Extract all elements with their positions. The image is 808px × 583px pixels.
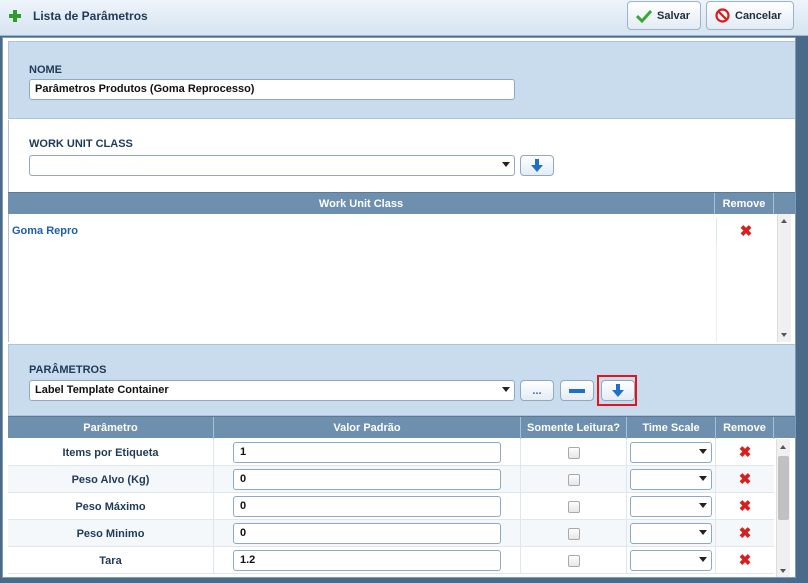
plus-icon (9, 10, 21, 22)
readonly-checkbox[interactable] (567, 527, 580, 540)
readonly-checkbox[interactable] (567, 500, 580, 513)
work-unit-class-section: WORK UNIT CLASS (8, 120, 795, 192)
arrow-down-icon (531, 159, 543, 172)
dialog-body: NOME Parâmetros Produtos (Goma Reprocess… (2, 37, 796, 578)
scroll-up-icon[interactable] (781, 219, 787, 223)
column-divider (716, 244, 717, 342)
time-scale-select[interactable] (630, 496, 712, 517)
work-unit-class-grid-header: Work Unit Class Remove (8, 192, 795, 215)
parametros-section: PARÂMETROS Label Template Container ... (8, 344, 795, 416)
parameter-value-input[interactable]: 0 (233, 523, 501, 544)
parameter-value-input[interactable]: 0 (233, 496, 501, 517)
parameter-value-input[interactable]: 0 (233, 469, 501, 490)
save-button[interactable]: Salvar (627, 1, 701, 30)
parametros-label: PARÂMETROS (29, 364, 107, 376)
x-icon[interactable]: ✖ (739, 472, 752, 487)
table-row: Peso Alvo (Kg) 0 ✖ (8, 466, 774, 493)
x-icon[interactable]: ✖ (739, 553, 752, 568)
table-row: Peso Minimo 0 ✖ (8, 520, 774, 547)
time-scale-select[interactable] (630, 442, 712, 463)
parameter-value-input[interactable]: 1.2 (233, 550, 501, 571)
scroll-down-icon[interactable] (781, 333, 787, 337)
time-scale-select[interactable] (630, 523, 712, 544)
readonly-checkbox[interactable] (567, 473, 580, 486)
check-icon (636, 9, 652, 23)
browse-button[interactable]: ... (520, 380, 554, 401)
parametros-grid-header: Parâmetro Valor Padrão Somente Leitura? … (8, 416, 795, 439)
nome-section: NOME Parâmetros Produtos (Goma Reprocess… (8, 41, 795, 119)
chevron-down-icon (502, 387, 510, 392)
scroll-down-icon[interactable] (780, 569, 786, 573)
x-icon[interactable]: ✖ (739, 445, 752, 460)
parameter-value-input[interactable]: 1 (233, 442, 501, 463)
parameter-name: Peso Máximo (75, 500, 146, 513)
highlight-box (597, 375, 637, 406)
parametros-selected: Label Template Container (35, 384, 169, 396)
window-titlebar: Lista de Parâmetros Salvar Cancelar (0, 0, 808, 36)
window-title: Lista de Parâmetros (33, 9, 148, 23)
work-unit-class-select[interactable] (29, 155, 515, 176)
chevron-down-icon (699, 503, 707, 508)
scroll-thumb[interactable] (778, 456, 789, 520)
nome-label: NOME (29, 64, 62, 76)
work-unit-class-scrollbar[interactable] (777, 214, 791, 342)
remove-cell: ✖ (716, 218, 775, 244)
save-label: Salvar (657, 9, 691, 22)
readonly-checkbox[interactable] (567, 446, 580, 459)
add-work-unit-class-button[interactable] (520, 155, 554, 176)
parametros-scrollbar[interactable] (776, 439, 790, 577)
column-header-somente-leitura[interactable]: Somente Leitura? (521, 417, 627, 439)
parametros-select[interactable]: Label Template Container (29, 380, 515, 401)
chevron-down-icon (699, 557, 707, 562)
parameter-name: Peso Minimo (76, 527, 145, 540)
parameter-name: Peso Alvo (Kg) (71, 473, 150, 486)
x-icon[interactable]: ✖ (740, 224, 753, 239)
chevron-down-icon (502, 162, 510, 167)
table-row: Peso Máximo 0 ✖ (8, 493, 774, 520)
minus-icon (569, 388, 585, 393)
prohibited-icon (715, 8, 730, 23)
scroll-up-icon[interactable] (780, 445, 786, 449)
table-row: Items por Etiqueta 1 ✖ (8, 439, 774, 466)
time-scale-select[interactable] (630, 469, 712, 490)
chevron-down-icon (699, 530, 707, 535)
parameter-name: Tara (99, 554, 122, 567)
time-scale-select[interactable] (630, 550, 712, 571)
x-icon[interactable]: ✖ (739, 499, 752, 514)
column-header-remove[interactable]: Remove (716, 417, 774, 439)
nome-input[interactable]: Parâmetros Produtos (Goma Reprocesso) (29, 79, 515, 100)
remove-parameter-button[interactable] (560, 380, 594, 401)
chevron-down-icon (699, 449, 707, 454)
table-row: Tara 1.2 ✖ (8, 547, 774, 574)
column-header-work-unit-class[interactable]: Work Unit Class (8, 193, 715, 215)
column-header-time-scale[interactable]: Time Scale (627, 417, 716, 439)
table-row: Goma Repro ✖ (9, 218, 775, 244)
cancel-button[interactable]: Cancelar (706, 1, 794, 30)
column-header-valor-padrao[interactable]: Valor Padrão (214, 417, 521, 439)
column-header-parametro[interactable]: Parâmetro (8, 417, 214, 439)
readonly-checkbox[interactable] (567, 554, 580, 567)
work-unit-class-label: WORK UNIT CLASS (29, 138, 133, 150)
parameter-name: Items por Etiqueta (62, 446, 159, 459)
cancel-label: Cancelar (735, 9, 782, 22)
work-unit-class-link[interactable]: Goma Repro (12, 225, 78, 237)
work-unit-class-grid: Goma Repro ✖ (8, 214, 795, 342)
x-icon[interactable]: ✖ (739, 526, 752, 541)
chevron-down-icon (699, 476, 707, 481)
column-header-remove[interactable]: Remove (715, 193, 774, 215)
browse-label: ... (532, 384, 542, 397)
